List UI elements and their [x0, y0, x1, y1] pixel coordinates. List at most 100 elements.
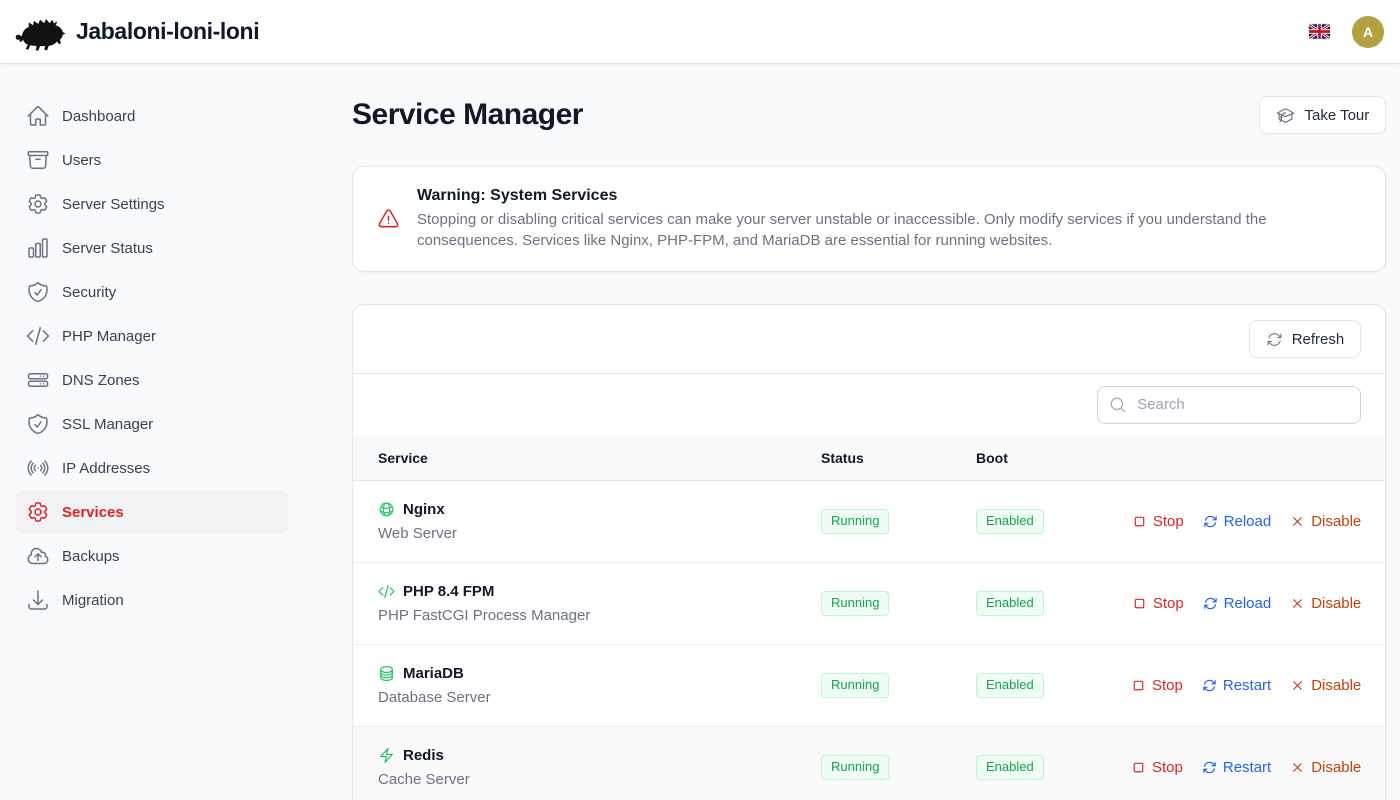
- actions-cell: Stop Restart Disable: [1131, 759, 1361, 776]
- sidebar-item-backups[interactable]: Backups: [16, 534, 288, 578]
- server-stack-icon: [26, 368, 50, 392]
- boot-badge: Enabled: [976, 755, 1044, 780]
- sidebar-item-server-settings[interactable]: Server Settings: [16, 182, 288, 226]
- x-mark-icon: [1290, 678, 1305, 693]
- table-row: PHP 8.4 FPM PHP FastCGI Process Manager …: [353, 563, 1385, 645]
- column-header-boot: Boot: [976, 450, 1131, 466]
- boar-logo-icon: [14, 12, 66, 52]
- gear-icon: [26, 192, 50, 216]
- sidebar-item-ip-addresses[interactable]: IP Addresses: [16, 446, 288, 490]
- refresh-label: Refresh: [1292, 331, 1345, 348]
- avatar[interactable]: A: [1352, 16, 1384, 48]
- service-description: Web Server: [378, 525, 821, 542]
- x-mark-icon: [1290, 596, 1305, 611]
- refresh-icon: [1203, 596, 1218, 611]
- status-badge: Running: [821, 755, 889, 780]
- uk-flag-icon: [1309, 24, 1330, 39]
- brand-name: Jabaloni-loni-loni: [76, 18, 259, 45]
- warning-triangle-icon: [377, 208, 400, 231]
- shield-check-icon: [26, 280, 50, 304]
- table-header: Service Status Boot: [353, 435, 1385, 481]
- status-badge: Running: [821, 591, 889, 616]
- database-icon: [378, 665, 395, 682]
- boot-cell: Enabled: [976, 755, 1131, 780]
- code-icon: [378, 583, 395, 600]
- actions-cell: Stop Restart Disable: [1131, 677, 1361, 694]
- warning-body: Stopping or disabling critical services …: [417, 210, 1297, 251]
- warning-text: Warning: System Services Stopping or dis…: [417, 187, 1297, 251]
- service-cell: Redis Cache Server: [378, 747, 821, 788]
- stop-icon: [1131, 678, 1146, 693]
- main-content: Service Manager Take Tour Warning: Syste…: [304, 64, 1400, 800]
- table-row: Redis Cache Server Running Enabled Stop R…: [353, 727, 1385, 800]
- status-cell: Running: [821, 509, 976, 534]
- column-header-status: Status: [821, 450, 976, 466]
- take-tour-button[interactable]: Take Tour: [1259, 96, 1386, 134]
- service-name: MariaDB: [403, 665, 464, 682]
- status-cell: Running: [821, 591, 976, 616]
- sidebar-item-services[interactable]: Services: [16, 490, 288, 534]
- status-badge: Running: [821, 673, 889, 698]
- service-cell: PHP 8.4 FPM PHP FastCGI Process Manager: [378, 583, 821, 624]
- refresh-icon: [1203, 514, 1218, 529]
- refresh-icon: [1202, 678, 1217, 693]
- academic-cap-icon: [1276, 106, 1295, 125]
- brand: Jabaloni-loni-loni: [14, 12, 259, 52]
- signal-icon: [26, 456, 50, 480]
- service-cell: Nginx Web Server: [378, 501, 821, 542]
- refresh-icon: [1202, 760, 1217, 775]
- stop-icon: [1132, 514, 1147, 529]
- search-input[interactable]: [1097, 386, 1361, 424]
- stop-button[interactable]: Stop: [1131, 759, 1183, 776]
- service-name: PHP 8.4 FPM: [403, 583, 494, 600]
- disable-button[interactable]: Disable: [1290, 513, 1361, 530]
- cloud-upload-icon: [26, 544, 50, 568]
- status-cell: Running: [821, 673, 976, 698]
- boot-badge: Enabled: [976, 509, 1044, 534]
- refresh-icon: [1266, 331, 1283, 348]
- sidebar-item-ssl-manager[interactable]: SSL Manager: [16, 402, 288, 446]
- take-tour-label: Take Tour: [1304, 107, 1369, 124]
- sidebar-item-security[interactable]: Security: [16, 270, 288, 314]
- sidebar-item-php-manager[interactable]: PHP Manager: [16, 314, 288, 358]
- home-icon: [26, 104, 50, 128]
- card-toolbar: Refresh: [353, 305, 1385, 374]
- service-name: Nginx: [403, 501, 445, 518]
- sidebar-item-users[interactable]: Users: [16, 138, 288, 182]
- boot-badge: Enabled: [976, 591, 1044, 616]
- x-mark-icon: [1290, 514, 1305, 529]
- download-icon: [26, 588, 50, 612]
- restart-button[interactable]: Restart: [1202, 759, 1271, 776]
- stop-button[interactable]: Stop: [1132, 513, 1184, 530]
- service-cell: MariaDB Database Server: [378, 665, 821, 706]
- table-row: MariaDB Database Server Running Enabled …: [353, 645, 1385, 727]
- app-header: Jabaloni-loni-loni A: [0, 0, 1400, 64]
- service-description: Database Server: [378, 689, 821, 706]
- stop-button[interactable]: Stop: [1132, 595, 1184, 612]
- actions-cell: Stop Reload Disable: [1131, 595, 1361, 612]
- shield-check-icon: [26, 412, 50, 436]
- table-body: Nginx Web Server Running Enabled Stop Rel…: [353, 481, 1385, 800]
- reload-button[interactable]: Reload: [1203, 513, 1272, 530]
- service-description: PHP FastCGI Process Manager: [378, 607, 821, 624]
- x-mark-icon: [1290, 760, 1305, 775]
- disable-button[interactable]: Disable: [1290, 677, 1361, 694]
- reload-button[interactable]: Reload: [1203, 595, 1272, 612]
- table-row: Nginx Web Server Running Enabled Stop Rel…: [353, 481, 1385, 563]
- stop-button[interactable]: Stop: [1131, 677, 1183, 694]
- sidebar-item-server-status[interactable]: Server Status: [16, 226, 288, 270]
- stop-icon: [1132, 596, 1147, 611]
- disable-button[interactable]: Disable: [1290, 759, 1361, 776]
- archive-box-icon: [26, 148, 50, 172]
- sidebar-item-migration[interactable]: Migration: [16, 578, 288, 622]
- services-card: Refresh Service Status Boot Nginx: [352, 304, 1386, 800]
- disable-button[interactable]: Disable: [1290, 595, 1361, 612]
- code-icon: [26, 324, 50, 348]
- sidebar-item-dns-zones[interactable]: DNS Zones: [16, 358, 288, 402]
- service-name: Redis: [403, 747, 444, 764]
- sidebar-item-dashboard[interactable]: Dashboard: [16, 94, 288, 138]
- header-right: A: [1309, 16, 1384, 48]
- language-flag-button[interactable]: [1309, 24, 1330, 39]
- refresh-button[interactable]: Refresh: [1249, 320, 1362, 358]
- restart-button[interactable]: Restart: [1202, 677, 1271, 694]
